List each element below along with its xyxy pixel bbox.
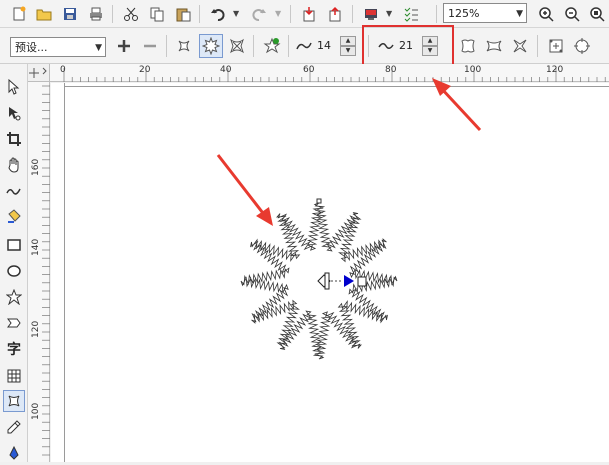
annotation-arrow-line — [439, 86, 482, 132]
annotation-arrow-head — [432, 78, 451, 96]
annotation-overlay — [432, 78, 482, 132]
